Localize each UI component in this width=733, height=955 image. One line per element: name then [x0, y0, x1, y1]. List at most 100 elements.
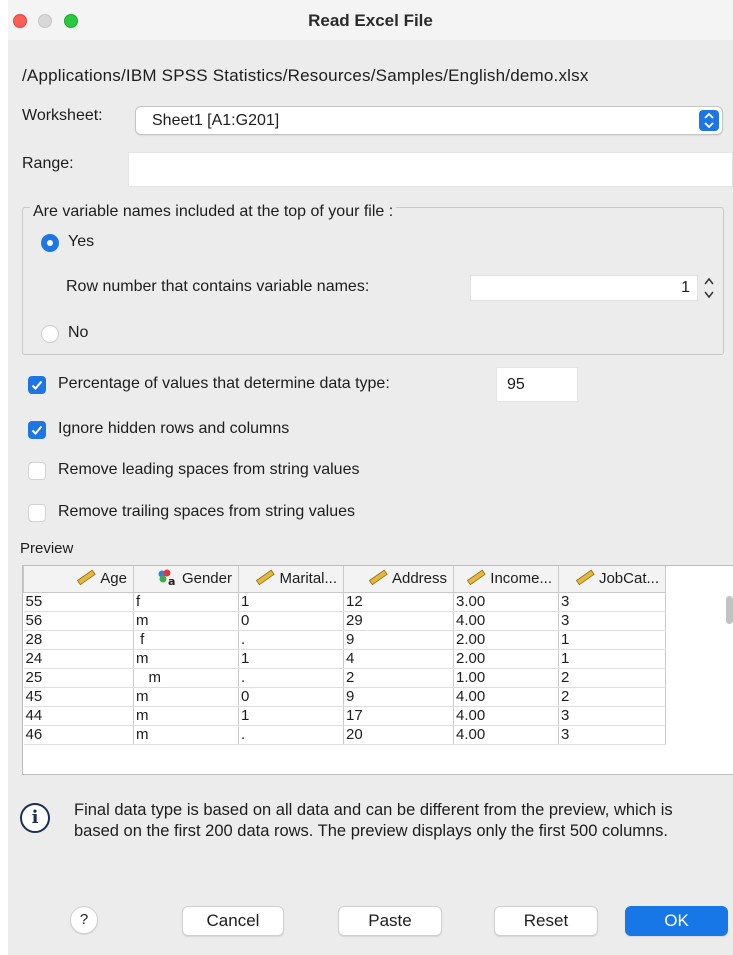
row-number-stepper[interactable]	[702, 273, 716, 303]
column-header-age[interactable]: Age	[23, 566, 134, 593]
ok-button[interactable]: OK	[625, 906, 728, 936]
window-title: Read Excel File	[308, 11, 433, 30]
preview-table[interactable]: Age a Gender Marital... Address Income...…	[22, 565, 733, 775]
table-cell: 3.00	[453, 592, 559, 612]
row-number-input[interactable]: 1	[470, 275, 698, 301]
range-label: Range:	[22, 155, 74, 172]
column-header-marital[interactable]: Marital...	[238, 566, 344, 593]
table-cell: 45	[23, 687, 134, 707]
percentage-checkbox[interactable]	[28, 376, 46, 394]
info-message: Final data type is based on all data and…	[74, 801, 673, 840]
table-cell: 2	[558, 668, 666, 688]
paste-button[interactable]: Paste	[338, 906, 442, 936]
range-input[interactable]	[128, 152, 733, 187]
preview-scrollbar[interactable]	[726, 596, 733, 624]
column-header-label: Income...	[490, 569, 552, 587]
table-row: 56 m 0 29 4.00 3	[23, 611, 666, 631]
table-cell: f	[133, 592, 239, 612]
worksheet-select[interactable]: Sheet1 [A1:G201]	[135, 106, 723, 135]
table-cell: m	[133, 687, 239, 707]
table-row: 55 f 1 12 3.00 3	[23, 592, 666, 612]
ruler-scale-icon	[466, 569, 486, 589]
table-row: 24 m 1 4 2.00 1	[23, 649, 666, 669]
ignore-hidden-label: Ignore hidden rows and columns	[58, 420, 290, 437]
table-cell: 9	[343, 630, 454, 650]
table-row: 46 m. 20 4.00 3	[23, 725, 666, 745]
table-cell: 3	[558, 706, 666, 726]
column-header-jobcat[interactable]: JobCat...	[558, 566, 666, 593]
table-cell: 28	[23, 630, 134, 650]
percentage-value: 95	[507, 376, 525, 393]
table-cell: m	[133, 611, 239, 631]
table-cell: 1	[238, 706, 344, 726]
column-header-label: JobCat...	[598, 569, 659, 587]
table-cell: 1.00	[453, 668, 559, 688]
cancel-button[interactable]: Cancel	[182, 906, 284, 936]
column-header-label: Marital...	[279, 569, 337, 587]
column-header-gender[interactable]: a Gender	[133, 566, 239, 593]
table-cell: 20	[343, 725, 454, 745]
select-arrows-icon	[699, 110, 719, 131]
table-cell: 3	[558, 611, 666, 631]
column-header-income[interactable]: Income...	[453, 566, 559, 593]
table-cell: 44	[23, 706, 134, 726]
table-cell: 2.00	[453, 630, 559, 650]
row-number-label: Row number that contains variable names:	[66, 278, 370, 295]
column-header-label: Address	[391, 569, 447, 587]
no-radio[interactable]	[41, 325, 59, 343]
remove-leading-checkbox[interactable]	[28, 462, 46, 480]
table-cell: 4.00	[453, 706, 559, 726]
table-cell: 4	[343, 649, 454, 669]
read-excel-dialog: Read Excel File /Applications/IBM SPSS S…	[8, 0, 733, 955]
preview-header-row: Age a Gender Marital... Address Income...…	[23, 566, 666, 593]
table-cell: 9	[343, 687, 454, 707]
table-cell: 1	[558, 630, 666, 650]
table-cell: m	[133, 725, 239, 745]
table-cell: 17	[343, 706, 454, 726]
ruler-scale-icon	[76, 569, 96, 589]
file-path: /Applications/IBM SPSS Statistics/Resour…	[22, 66, 589, 85]
worksheet-label: Worksheet:	[22, 107, 103, 124]
row-number-value: 1	[681, 279, 690, 296]
table-cell: 4.00	[453, 725, 559, 745]
yes-radio[interactable]	[41, 234, 59, 252]
table-row: 44 m 1 17 4.00 3	[23, 706, 666, 726]
help-button[interactable]: ?	[70, 906, 98, 934]
table-cell: m	[133, 668, 239, 688]
column-header-address[interactable]: Address	[343, 566, 454, 593]
table-cell: .	[238, 725, 344, 745]
table-cell: 25	[23, 668, 134, 688]
table-cell: 1	[238, 592, 344, 612]
table-cell: f	[133, 630, 239, 650]
worksheet-value: Sheet1 [A1:G201]	[152, 112, 280, 129]
table-cell: 55	[23, 592, 134, 612]
table-row: 45 m 0 9 4.00 2	[23, 687, 666, 707]
remove-trailing-checkbox[interactable]	[28, 504, 46, 522]
table-cell: 4.00	[453, 611, 559, 631]
table-cell: 4.00	[453, 687, 559, 707]
table-cell: 0	[238, 611, 344, 631]
table-cell: 24	[23, 649, 134, 669]
table-cell: 2.00	[453, 649, 559, 669]
table-cell: .	[238, 630, 344, 650]
table-cell: .	[238, 668, 344, 688]
percentage-label: Percentage of values that determine data…	[58, 375, 390, 392]
column-header-label: Gender	[181, 569, 232, 587]
title-bar: Read Excel File	[8, 0, 733, 40]
no-radio-label: No	[68, 324, 89, 341]
table-cell: 12	[343, 592, 454, 612]
yes-radio-label: Yes	[68, 233, 95, 250]
table-cell: 1	[238, 649, 344, 669]
table-cell: 56	[23, 611, 134, 631]
ignore-hidden-checkbox[interactable]	[28, 421, 46, 439]
remove-leading-label: Remove leading spaces from string values	[58, 461, 360, 478]
column-header-label: Age	[100, 569, 127, 587]
reset-button[interactable]: Reset	[494, 906, 598, 936]
variable-names-group-title: Are variable names included at the top o…	[30, 203, 397, 221]
info-icon: i	[20, 803, 50, 833]
ruler-scale-icon	[255, 569, 276, 589]
percentage-input[interactable]: 95	[496, 367, 578, 402]
table-cell: 1	[558, 649, 666, 669]
table-cell: 3	[558, 592, 666, 612]
table-cell: 46	[23, 725, 134, 745]
